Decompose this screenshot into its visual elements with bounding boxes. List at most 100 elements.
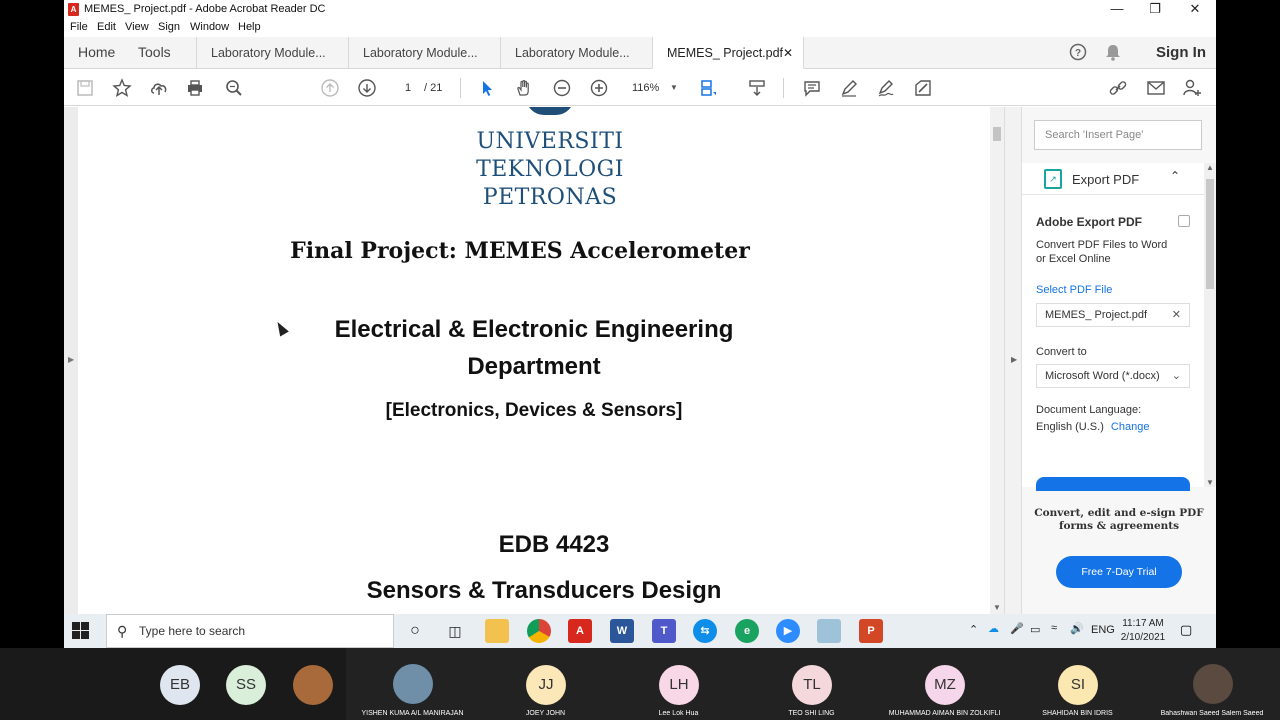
chrome-icon[interactable] [527, 619, 551, 643]
clear-icon[interactable]: ✕ [1172, 304, 1181, 326]
participant-tile[interactable]: LH Lee Lok Hua [612, 648, 745, 720]
powerpoint-icon[interactable]: P [859, 619, 883, 643]
export-pdf-header[interactable]: ↗ Export PDF ⌃ [1022, 163, 1204, 195]
close-window-button[interactable]: ✕ [1176, 0, 1214, 20]
menu-window[interactable]: Window [190, 21, 229, 33]
search-zoom-icon[interactable] [222, 76, 246, 100]
participant-tile[interactable]: YISHEN KUMA A/L MANIRAJAN [346, 648, 479, 720]
convert-format-select[interactable]: Microsoft Word (*.docx) ⌄ [1036, 364, 1190, 388]
upload-cloud-icon[interactable] [147, 76, 171, 100]
hand-tool-icon[interactable] [512, 76, 536, 100]
fill-sign-icon[interactable] [911, 76, 935, 100]
help-icon[interactable]: ? [1068, 43, 1088, 63]
tools-link[interactable]: Tools [138, 44, 171, 60]
participant-tile[interactable]: Bahashwan Saeed Salem Saeed [1144, 648, 1280, 720]
menu-help[interactable]: Help [238, 21, 261, 33]
menu-sign[interactable]: Sign [158, 21, 180, 33]
menu-file[interactable]: File [70, 21, 88, 33]
participant-tile[interactable]: MZ MUHAMMAD AIMAN BIN ZOLKIFLI [878, 648, 1011, 720]
scroll-down-icon[interactable]: ▼ [1206, 478, 1214, 487]
participant-name: YISHEN KUMA A/L MANIRAJAN [361, 710, 464, 717]
menu-edit[interactable]: Edit [97, 21, 116, 33]
tab-document-1[interactable]: Laboratory Module... [196, 37, 348, 69]
notification-bell-icon[interactable] [1103, 43, 1123, 63]
participant-tile[interactable] [266, 648, 346, 720]
acrobat-taskbar-icon[interactable]: A [568, 619, 592, 643]
search-icon: ⚲ [117, 623, 128, 639]
sign-in-button[interactable]: Sign In [1156, 44, 1206, 61]
adobe-export-heading: Adobe Export PDF [1036, 215, 1143, 229]
volume-icon[interactable]: 🔊 [1070, 622, 1084, 635]
home-link[interactable]: Home [78, 44, 115, 60]
wifi-icon[interactable]: ≈ [1051, 622, 1057, 634]
cortana-icon[interactable]: ○ [403, 619, 427, 643]
tab-document-active[interactable]: MEMES_ Project.pdf ✕ [652, 37, 804, 69]
previous-page-icon[interactable] [318, 76, 342, 100]
right-pane-toggle[interactable]: ▶ [1004, 107, 1022, 614]
teams-icon[interactable]: T [652, 619, 676, 643]
select-cursor-icon[interactable] [475, 76, 499, 100]
clock[interactable]: 11:17 AM 2/10/2021 [1120, 617, 1166, 645]
document-scrollbar[interactable]: ▼ [990, 107, 1004, 614]
participant-tile[interactable]: TL TEO SHI LING [745, 648, 878, 720]
zoom-in-icon[interactable] [587, 76, 611, 100]
scrollbar-thumb[interactable] [1206, 179, 1214, 289]
edge-icon[interactable]: e [735, 619, 759, 643]
meeting-participants-strip: EB SS YISHEN KUMA A/L MANIRAJAN JJ JOEY … [0, 648, 1280, 720]
comment-icon[interactable] [800, 76, 824, 100]
acrobat-window: A MEMES_ Project.pdf - Adobe Acrobat Rea… [64, 0, 1216, 614]
free-trial-button[interactable]: Free 7-Day Trial [1056, 556, 1182, 588]
selected-file-field[interactable]: MEMES_ Project.pdf ✕ [1036, 303, 1190, 327]
convert-button[interactable] [1036, 477, 1190, 491]
taskbar-search-input[interactable]: ⚲ Type here to search [106, 614, 394, 648]
battery-icon[interactable]: ▭ [1030, 623, 1040, 636]
windows-start-icon[interactable] [72, 622, 90, 640]
add-user-icon[interactable] [1180, 76, 1204, 100]
menu-view[interactable]: View [125, 21, 149, 33]
chevron-up-icon[interactable]: ⌃ [969, 623, 978, 636]
zoom-dropdown[interactable]: 116% ▼ [624, 79, 680, 97]
language-indicator[interactable]: ENG [1091, 624, 1115, 636]
left-pane-toggle[interactable]: ▶ [64, 107, 78, 614]
scroll-mode-icon[interactable] [745, 76, 769, 100]
zoom-out-icon[interactable] [550, 76, 574, 100]
print-icon[interactable] [183, 76, 207, 100]
app-window-icon[interactable] [817, 619, 841, 643]
scrollbar-thumb[interactable] [993, 127, 1001, 141]
scroll-up-icon[interactable]: ▲ [1206, 163, 1214, 172]
tab-close-icon[interactable]: ✕ [783, 37, 793, 68]
zoom-app-icon[interactable]: ▶ [776, 619, 800, 643]
pdf-page[interactable]: UNIVERSITI TEKNOLOGI PETRONAS Final Proj… [78, 107, 990, 614]
participant-tile[interactable]: SI SHAHIDAN BIN IDRIS [1011, 648, 1144, 720]
change-language-link[interactable]: Change [1111, 421, 1150, 433]
tab-document-2[interactable]: Laboratory Module... [348, 37, 500, 69]
chevron-up-icon[interactable]: ⌃ [1170, 169, 1180, 183]
page-display-icon[interactable] [697, 76, 721, 100]
teamviewer-icon[interactable]: ⇆ [693, 619, 717, 643]
participant-name: MUHAMMAD AIMAN BIN ZOLKIFLI [888, 710, 1001, 717]
word-icon[interactable]: W [610, 619, 634, 643]
insert-page-search-input[interactable]: Search 'Insert Page' [1034, 120, 1202, 150]
tools-pane-scrollbar[interactable]: ▲ ▼ [1204, 163, 1216, 487]
notification-center-icon[interactable]: ▢ [1180, 622, 1192, 638]
onedrive-icon[interactable]: ☁ [988, 622, 999, 635]
tab-document-3[interactable]: Laboratory Module... [500, 37, 652, 69]
logo-line-3: PETRONAS [482, 185, 618, 210]
page-number-input[interactable]: 1 [396, 79, 420, 97]
scroll-down-icon[interactable]: ▼ [993, 603, 1001, 612]
participant-tile[interactable]: EB SS [133, 648, 266, 720]
restore-button[interactable]: ❐ [1136, 0, 1174, 20]
save-icon[interactable] [73, 76, 97, 100]
select-pdf-link[interactable]: Select PDF File [1036, 283, 1112, 297]
share-link-icon[interactable] [1106, 76, 1130, 100]
file-explorer-icon[interactable] [485, 619, 509, 643]
minimize-button[interactable]: — [1098, 0, 1136, 20]
participant-tile[interactable]: JJ JOEY JOHN [479, 648, 612, 720]
highlight-pen-icon[interactable] [837, 76, 861, 100]
next-page-icon[interactable] [355, 76, 379, 100]
bookmark-star-icon[interactable] [110, 76, 134, 100]
draw-sign-icon[interactable] [874, 76, 898, 100]
microphone-icon[interactable]: 🎤 [1010, 622, 1024, 635]
email-icon[interactable] [1144, 76, 1168, 100]
task-view-icon[interactable]: ◫ [443, 619, 467, 643]
